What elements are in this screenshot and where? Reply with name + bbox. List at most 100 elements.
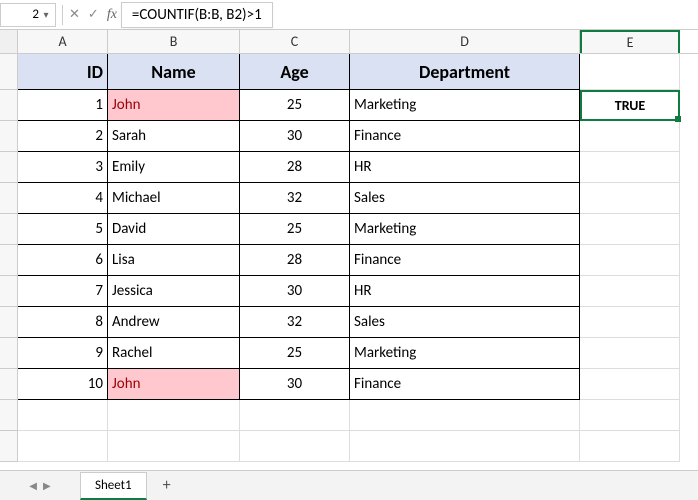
cell-empty[interactable] (350, 431, 580, 462)
cancel-icon[interactable]: ✕ (69, 7, 80, 22)
cell-age[interactable]: 25 (240, 214, 350, 245)
cell-name[interactable]: Lisa (108, 245, 240, 276)
cell-dept[interactable]: Finance (350, 121, 580, 152)
cell-id[interactable]: 8 (18, 307, 108, 338)
cell-age[interactable]: 32 (240, 183, 350, 214)
row-header[interactable] (0, 369, 18, 400)
col-header-D[interactable]: D (350, 30, 580, 53)
cell-age[interactable]: 30 (240, 121, 350, 152)
cell-dept[interactable]: Finance (350, 369, 580, 400)
cell-id[interactable]: 9 (18, 338, 108, 369)
col-header-A[interactable]: A (18, 30, 108, 53)
cell-id[interactable]: 1 (18, 90, 108, 121)
cell-empty[interactable] (580, 338, 680, 369)
cell-age[interactable]: 32 (240, 307, 350, 338)
cell-age[interactable]: 28 (240, 245, 350, 276)
result-cell[interactable]: TRUE (580, 90, 680, 121)
name-box[interactable]: 2 ▾ (0, 3, 56, 27)
chevron-down-icon[interactable]: ▾ (39, 8, 53, 21)
cell-empty[interactable] (108, 431, 240, 462)
check-icon[interactable]: ✓ (88, 7, 99, 22)
row-header[interactable] (0, 90, 18, 121)
formula-controls: ✕ ✓ fx (69, 7, 117, 23)
cell-name[interactable]: Andrew (108, 307, 240, 338)
cell-age[interactable]: 25 (240, 338, 350, 369)
fx-icon[interactable]: fx (107, 7, 117, 23)
cell-id[interactable]: 10 (18, 369, 108, 400)
header-id[interactable]: ID (18, 54, 108, 90)
cell-empty[interactable] (240, 431, 350, 462)
cell-id[interactable]: 6 (18, 245, 108, 276)
cell-dept[interactable]: Sales (350, 307, 580, 338)
row-header[interactable] (0, 307, 18, 338)
cell-id[interactable]: 7 (18, 276, 108, 307)
header-age[interactable]: Age (240, 54, 350, 90)
cell-empty[interactable] (580, 400, 680, 431)
cell-id[interactable]: 3 (18, 152, 108, 183)
cell-empty[interactable] (580, 214, 680, 245)
cell-empty[interactable] (18, 431, 108, 462)
row-header[interactable] (0, 276, 18, 307)
formula-bar: 2 ▾ ✕ ✓ fx =COUNTIF(B:B, B2)>1 (0, 0, 698, 30)
cell-empty[interactable] (580, 276, 680, 307)
prev-sheet-icon[interactable]: ◀ (29, 479, 37, 492)
cell-empty[interactable] (108, 400, 240, 431)
row-header[interactable] (0, 400, 18, 431)
cell-empty[interactable] (580, 307, 680, 338)
cell-id[interactable]: 4 (18, 183, 108, 214)
cell-name[interactable]: Jessica (108, 276, 240, 307)
header-dept[interactable]: Department (350, 54, 580, 90)
cell-dept[interactable]: Marketing (350, 214, 580, 245)
cell-id[interactable]: 2 (18, 121, 108, 152)
cell-age[interactable]: 30 (240, 369, 350, 400)
cell-empty[interactable] (580, 121, 680, 152)
col-header-C[interactable]: C (240, 30, 350, 53)
col-header-E[interactable]: E (580, 30, 680, 53)
cell-name[interactable]: John (108, 369, 240, 400)
row-header[interactable] (0, 183, 18, 214)
row-header[interactable] (0, 152, 18, 183)
row-header[interactable] (0, 338, 18, 369)
cell-dept[interactable]: HR (350, 152, 580, 183)
cell-dept[interactable]: Marketing (350, 90, 580, 121)
row-header[interactable] (0, 121, 18, 152)
sheet-tab-active[interactable]: Sheet1 (80, 472, 147, 500)
cell-dept[interactable]: Marketing (350, 338, 580, 369)
cell-empty[interactable] (580, 152, 680, 183)
cell-empty[interactable] (580, 245, 680, 276)
cell-empty[interactable] (350, 400, 580, 431)
cell-dept[interactable]: Finance (350, 245, 580, 276)
cell-name[interactable]: Michael (108, 183, 240, 214)
cell-empty[interactable] (580, 54, 680, 90)
cell-empty[interactable] (240, 400, 350, 431)
cell-name[interactable]: Sarah (108, 121, 240, 152)
cell-age[interactable]: 30 (240, 276, 350, 307)
row-header[interactable] (0, 245, 18, 276)
grid[interactable]: ID Name Age Department 1 John 25 Marketi… (0, 54, 698, 462)
cell-empty[interactable] (580, 183, 680, 214)
cell-name[interactable]: John (108, 90, 240, 121)
cell-dept[interactable]: HR (350, 276, 580, 307)
cell-name[interactable]: Emily (108, 152, 240, 183)
formula-input[interactable]: =COUNTIF(B:B, B2)>1 (121, 2, 273, 28)
sheet-tabs: ◀ ▶ Sheet1 + (0, 470, 698, 500)
row-header[interactable] (0, 431, 18, 462)
cell-name[interactable]: Rachel (108, 338, 240, 369)
next-sheet-icon[interactable]: ▶ (43, 479, 51, 492)
cell-empty[interactable] (580, 431, 680, 462)
cell-id[interactable]: 5 (18, 214, 108, 245)
row-header[interactable] (0, 54, 18, 90)
cell-dept[interactable]: Sales (350, 183, 580, 214)
cell-age[interactable]: 25 (240, 90, 350, 121)
name-box-value: 2 (32, 7, 39, 22)
col-header-B[interactable]: B (108, 30, 240, 53)
cell-empty[interactable] (18, 400, 108, 431)
add-sheet-icon[interactable]: + (163, 476, 171, 495)
divider (62, 5, 63, 25)
select-all-corner[interactable] (0, 30, 18, 53)
row-header[interactable] (0, 214, 18, 245)
header-name[interactable]: Name (108, 54, 240, 90)
cell-empty[interactable] (580, 369, 680, 400)
cell-name[interactable]: David (108, 214, 240, 245)
cell-age[interactable]: 28 (240, 152, 350, 183)
